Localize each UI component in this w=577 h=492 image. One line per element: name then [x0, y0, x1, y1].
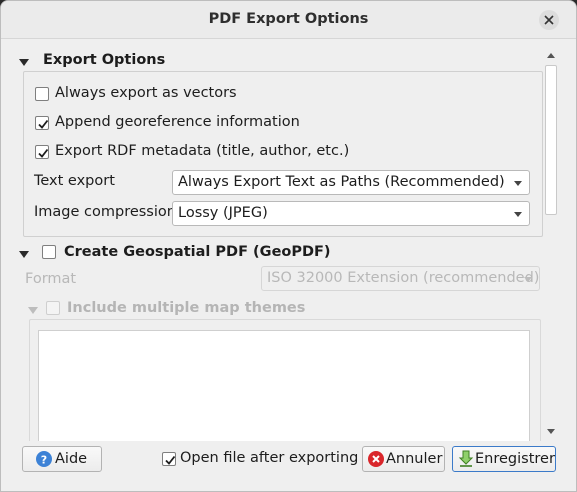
checkmark-icon — [38, 148, 49, 158]
collapse-arrow-icon[interactable] — [28, 307, 38, 314]
image-compression-value: Lossy (JPEG) — [178, 205, 268, 221]
format-value: ISO 32000 Extension (recommended) — [267, 270, 540, 286]
always-vectors-checkbox[interactable] — [35, 87, 49, 101]
format-combo[interactable]: ISO 32000 Extension (recommended) — [261, 266, 540, 291]
pdf-export-dialog: PDF Export Options Export Options Always… — [0, 0, 577, 492]
always-vectors-label: Always export as vectors — [55, 85, 237, 101]
checkmark-icon — [38, 119, 49, 129]
open-after-checkbox-row[interactable]: Open file after exporting — [162, 450, 358, 470]
window-title: PDF Export Options — [208, 11, 369, 27]
append-georef-checkbox[interactable] — [35, 116, 49, 130]
map-themes-frame — [29, 319, 541, 441]
export-rdf-checkbox[interactable] — [35, 145, 49, 159]
collapse-arrow-icon[interactable] — [19, 251, 29, 258]
chevron-down-icon — [514, 181, 522, 186]
options-scroll-area[interactable]: Export Options Always export as vectors … — [9, 45, 561, 441]
append-georef-label: Append georeference information — [55, 114, 300, 130]
export-options-frame: Always export as vectors Append georefer… — [23, 71, 543, 237]
cancel-button[interactable]: Annuler — [362, 446, 445, 472]
append-georef-checkbox-row[interactable]: Append georeference information — [35, 114, 335, 134]
image-compression-combo[interactable]: Lossy (JPEG) — [172, 201, 530, 226]
always-vectors-checkbox-row[interactable]: Always export as vectors — [35, 85, 295, 105]
export-rdf-label: Export RDF metadata (title, author, etc.… — [55, 143, 350, 159]
map-themes-title: Include multiple map themes — [67, 300, 306, 316]
map-themes-checkbox[interactable] — [46, 301, 60, 315]
title-bar: PDF Export Options — [1, 1, 576, 39]
scroll-up-icon[interactable] — [547, 53, 555, 58]
save-label: Enregistrer — [475, 451, 555, 467]
close-button[interactable] — [539, 10, 559, 30]
export-options-title: Export Options — [43, 52, 166, 68]
geopdf-checkbox[interactable] — [42, 245, 56, 259]
help-label: Aide — [55, 451, 88, 467]
scroll-down-icon[interactable] — [547, 429, 555, 434]
export-rdf-checkbox-row[interactable]: Export RDF metadata (title, author, etc.… — [35, 143, 355, 163]
button-bar: ? Aide Open file after exporting Annuler… — [1, 441, 576, 491]
geopdf-title: Create Geospatial PDF (GeoPDF) — [64, 244, 331, 260]
save-arrow-icon — [458, 450, 474, 468]
help-icon: ? — [36, 451, 52, 467]
cancel-label: Annuler — [386, 451, 443, 467]
collapse-arrow-icon[interactable] — [19, 59, 29, 66]
scrollbar-thumb[interactable] — [545, 65, 557, 215]
vertical-scrollbar[interactable] — [543, 47, 559, 439]
svg-text:?: ? — [41, 454, 47, 467]
text-export-label: Text export — [34, 173, 115, 189]
map-themes-list[interactable] — [38, 330, 530, 441]
geopdf-header[interactable]: Create Geospatial PDF (GeoPDF) — [9, 243, 549, 267]
save-button[interactable]: Enregistrer — [452, 446, 556, 472]
open-after-checkbox[interactable] — [162, 452, 176, 466]
text-export-combo[interactable]: Always Export Text as Paths (Recommended… — [172, 170, 530, 195]
chevron-down-icon — [524, 277, 532, 282]
checkmark-icon — [165, 455, 176, 465]
open-after-label: Open file after exporting — [180, 450, 359, 466]
close-icon — [544, 15, 554, 25]
format-label: Format — [25, 271, 77, 287]
text-export-value: Always Export Text as Paths (Recommended… — [178, 174, 505, 190]
image-compression-label: Image compression — [34, 204, 176, 220]
help-button[interactable]: ? Aide — [22, 446, 102, 472]
cancel-icon — [368, 451, 384, 467]
chevron-down-icon — [514, 212, 522, 217]
